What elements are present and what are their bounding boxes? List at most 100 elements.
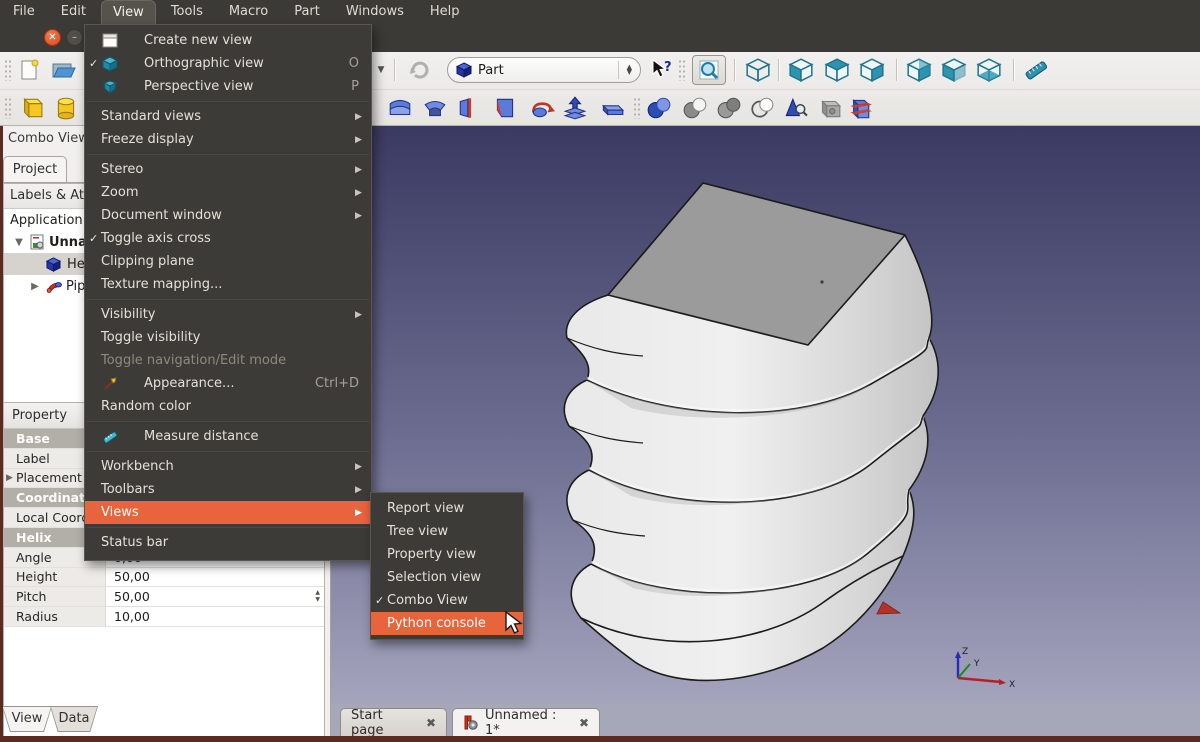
menu-item-status-bar[interactable]: Status bar (85, 531, 371, 554)
orthographic-cube-icon (99, 56, 121, 72)
submenu-item-tree-view[interactable]: Tree view (371, 520, 523, 543)
boolean-common-icon[interactable] (681, 94, 709, 122)
minimize-window-button[interactable]: – (66, 29, 83, 46)
svg-text:Z: Z (962, 647, 968, 657)
open-document-icon[interactable] (50, 56, 78, 84)
boolean-cut-icon[interactable] (715, 94, 743, 122)
menu-help[interactable]: Help (419, 0, 471, 24)
new-document-icon[interactable] (16, 56, 44, 84)
view-left-icon[interactable] (975, 56, 1003, 84)
menu-item-create-new-view[interactable]: Create new view (85, 29, 371, 52)
part-revolve-icon[interactable] (528, 94, 556, 122)
part-mirror-icon[interactable] (456, 94, 484, 122)
menu-macro[interactable]: Macro (218, 0, 279, 24)
toolbar-grip[interactable] (633, 97, 640, 119)
close-tab-icon[interactable]: ✖ (579, 716, 589, 730)
view-top-icon[interactable] (823, 56, 851, 84)
svg-text:?: ? (664, 60, 672, 75)
refresh-icon[interactable] (406, 56, 434, 84)
property-row-pitch[interactable]: Pitch 50,00 ▲▼ (4, 587, 324, 607)
menu-item-views[interactable]: Views▶ (85, 501, 371, 524)
tab-data[interactable]: Data (50, 706, 98, 732)
expander-closed-icon[interactable]: ▶ (28, 281, 42, 292)
menu-windows[interactable]: Windows (335, 0, 415, 24)
menu-item-clipping-plane[interactable]: Clipping plane (85, 250, 371, 273)
measure-icon (99, 429, 121, 445)
menu-item-appearance[interactable]: Appearance... Ctrl+D (85, 372, 371, 395)
primitive-box-icon[interactable] (16, 94, 44, 122)
mouse-cursor (504, 611, 526, 635)
menu-edit[interactable]: Edit (50, 0, 97, 24)
defeaturing-icon[interactable] (815, 94, 843, 122)
axonometric-view-icon[interactable] (744, 56, 772, 84)
menu-part[interactable]: Part (283, 0, 331, 24)
view-rear-icon[interactable] (905, 56, 933, 84)
workbench-spinner[interactable]: ▲▼ (618, 61, 632, 79)
part-offset-icon[interactable] (598, 94, 626, 122)
part-chamfer-icon[interactable] (491, 94, 519, 122)
menu-item-random-color[interactable]: Random color (85, 395, 371, 418)
menu-item-standard-views[interactable]: Standard views▶ (85, 105, 371, 128)
menu-item-workbench[interactable]: Workbench▶ (85, 455, 371, 478)
svg-text:Y: Y (973, 659, 980, 669)
cross-sections-icon[interactable] (845, 94, 873, 122)
menu-item-orthographic-view[interactable]: ✓ Orthographic view O (85, 52, 371, 75)
combo-view-bottom-tabs: View Data (0, 704, 331, 736)
menu-item-document-window[interactable]: Document window▶ (85, 204, 371, 227)
menu-item-visibility[interactable]: Visibility▶ (85, 303, 371, 326)
menu-item-perspective-view[interactable]: Perspective view P (85, 75, 371, 98)
document-icon (30, 234, 45, 250)
menu-item-toolbars[interactable]: Toolbars▶ (85, 478, 371, 501)
views-submenu: Report view Tree view Property view Sele… (370, 492, 524, 640)
part-extrude-icon[interactable] (561, 94, 589, 122)
menu-file[interactable]: File (2, 0, 46, 24)
helix-cube-icon (46, 257, 61, 272)
menu-tools[interactable]: Tools (160, 0, 214, 24)
property-row-height[interactable]: Height50,00 (4, 568, 324, 588)
measure-distance-icon[interactable] (1022, 56, 1050, 84)
part-loft-icon[interactable] (386, 94, 414, 122)
menu-item-measure-distance[interactable]: Measure distance (85, 425, 371, 448)
toolbar-overflow-chevron[interactable]: ▼ (374, 56, 388, 84)
expander-closed-icon[interactable]: ▶ (6, 473, 13, 483)
view-bottom-icon[interactable] (940, 56, 968, 84)
submenu-item-selection-view[interactable]: Selection view (371, 566, 523, 589)
submenu-item-report-view[interactable]: Report view (371, 497, 523, 520)
check-geometry-icon[interactable] (781, 94, 809, 122)
submenu-item-property-view[interactable]: Property view (371, 543, 523, 566)
close-tab-icon[interactable]: ✖ (426, 716, 436, 730)
boolean-union-icon[interactable] (645, 94, 673, 122)
property-row-radius[interactable]: Radius10,00 (4, 607, 324, 627)
menu-item-freeze-display[interactable]: Freeze display▶ (85, 128, 371, 151)
workbench-selector[interactable]: Part ▲▼ (447, 57, 641, 83)
close-window-button[interactable]: ✕ (44, 29, 61, 46)
expander-open-icon[interactable]: ▼ (12, 237, 26, 248)
view-right-icon[interactable] (858, 56, 886, 84)
tab-start-page[interactable]: Start page✖ (340, 708, 447, 736)
pitch-spinner[interactable]: ▲▼ (315, 589, 320, 603)
tab-project[interactable]: Project (3, 156, 67, 182)
menu-item-stereo[interactable]: Stereo▶ (85, 158, 371, 181)
part-sweep-icon[interactable] (421, 94, 449, 122)
submenu-item-python-console[interactable]: Python console (371, 612, 523, 635)
tab-unnamed-document[interactable]: Unnamed : 1*✖ (452, 708, 600, 736)
menu-item-texture-mapping[interactable]: Texture mapping... (85, 273, 371, 296)
fit-all-icon[interactable] (692, 55, 726, 85)
toolbar-grip[interactable] (4, 97, 11, 119)
submenu-item-combo-view[interactable]: ✓Combo View (371, 589, 523, 612)
primitive-cylinder-icon[interactable] (52, 94, 80, 122)
toolbar-grip[interactable] (678, 59, 685, 81)
window-left-edge (0, 126, 3, 742)
whats-this-icon[interactable]: ? (648, 56, 676, 84)
tab-view[interactable]: View (2, 706, 52, 732)
menu-item-toggle-axis-cross[interactable]: ✓Toggle axis cross (85, 227, 371, 250)
menu-item-toggle-visibility[interactable]: Toggle visibility (85, 326, 371, 349)
perspective-cube-icon (99, 79, 121, 95)
new-view-icon (99, 33, 121, 48)
view-front-icon[interactable] (787, 56, 815, 84)
menu-item-zoom[interactable]: Zoom▶ (85, 181, 371, 204)
freecad-doc-icon (463, 715, 479, 731)
toolbar-grip[interactable] (4, 59, 11, 81)
boolean-section-icon[interactable] (748, 94, 776, 122)
menu-view[interactable]: View (101, 0, 156, 24)
